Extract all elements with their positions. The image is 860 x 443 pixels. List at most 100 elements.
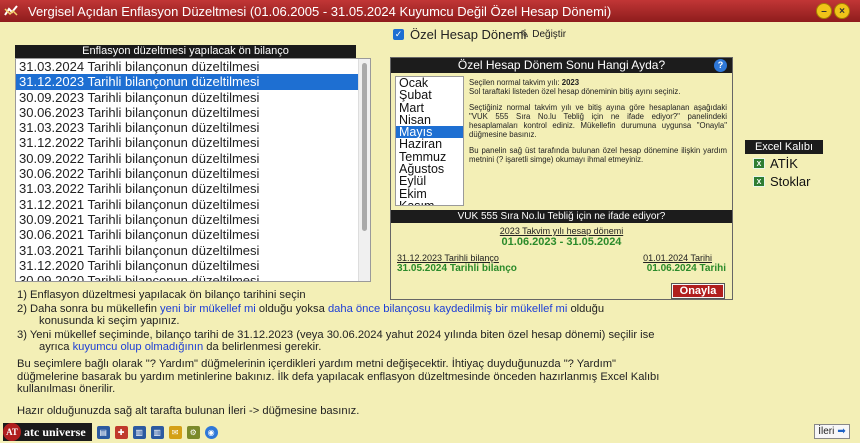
calendar-range: 01.06.2023 - 31.05.2024	[501, 236, 622, 248]
note-2-text: olduğu yoksa	[255, 302, 328, 315]
note-3-text: ayrıca	[39, 341, 73, 353]
vuk-area: 2023 Takvim yılı hesap dönemi 01.06.2023…	[391, 223, 732, 279]
change-button[interactable]: ✎ Değiştir	[520, 28, 566, 41]
info-text-1: Sol taraftaki listeden özel hesap dönemi…	[469, 87, 681, 97]
brand-label: atc universe	[24, 424, 86, 439]
month-list[interactable]: Ocak Şubat Mart Nisan Mayıs Haziran Temmuz Ağus…	[395, 76, 464, 206]
info-text-2: Seçtiğiniz normal takvim yılı ve bitiş a…	[469, 102, 727, 140]
balance-list-header: Enflasyon düzeltmesi yapılacak ön bilanç…	[15, 45, 356, 58]
save-icon[interactable]: ▤	[96, 425, 110, 439]
book-icon[interactable]: ▥	[150, 425, 164, 439]
arrow-right-icon: ➡	[837, 426, 846, 437]
excel-icon: X	[753, 157, 765, 169]
note-1: 1) Enflasyon düzeltmesi yapılacak ön bil…	[17, 289, 306, 301]
app-logo-icon	[0, 0, 22, 22]
balance-list-item[interactable]: 30.09.2021 Tarihli bilançonun düzeltilme…	[16, 212, 358, 227]
tools-icon[interactable]: ✚	[114, 425, 128, 439]
mail-icon[interactable]: ✉	[168, 425, 182, 439]
excel-title: Excel Kalıbı	[745, 140, 823, 154]
instructions: 1) Enflasyon düzeltmesi yapılacak ön bil…	[17, 289, 852, 355]
left-label: 31.12.2023 Tarihli bilanço	[397, 253, 499, 263]
balance-list-item[interactable]: 31.03.2021 Tarihli bilançonun düzeltilme…	[16, 243, 358, 258]
special-period-checkbox[interactable]: ✓ Özel Hesap Dönemi	[393, 27, 526, 42]
balance-list-item[interactable]: 30.06.2022 Tarihli bilançonun düzeltilme…	[16, 166, 358, 181]
left-value: 31.05.2024 Tarihli bilanço	[397, 263, 517, 274]
help-text: kullanılması önerilir.	[17, 383, 116, 395]
special-period-panel: Özel Hesap Dönem Sonu Hangi Ayda? ? Ocak…	[390, 57, 733, 300]
next-link[interactable]: İleri ->	[228, 405, 259, 417]
balance-list-item[interactable]: 31.03.2024 Tarihli bilançonun düzeltilme…	[16, 59, 358, 74]
month-list-item[interactable]: Eylül	[396, 175, 463, 188]
balance-list[interactable]: 31.03.2024 Tarihli bilançonun düzeltilme…	[15, 58, 371, 282]
close-icon[interactable]: ×	[834, 3, 850, 19]
help-paragraph: Bu seçimlere bağlı olarak "? Yardım" düğ…	[17, 358, 852, 396]
info-text-3: Bu panelin sağ üst tarafında bulunan öze…	[469, 145, 727, 165]
note-3: 3) Yeni mükellef seçiminde, bilanço tari…	[17, 329, 852, 354]
balance-list-item[interactable]: 31.12.2020 Tarihli bilançonun düzeltilme…	[16, 258, 358, 273]
book-icon[interactable]: ▥	[132, 425, 146, 439]
brand-icon: AT	[3, 423, 21, 441]
note-3-text: da belirlenmesi gerekir.	[203, 341, 322, 353]
title-bar: Vergisel Açıdan Enflasyon Düzeltmesi (01…	[0, 0, 860, 22]
next-label: İleri	[818, 426, 835, 437]
note-2: 2) Daha sonra bu mükellefin yeni bir mük…	[17, 303, 852, 328]
month-list-item[interactable]: Haziran	[396, 138, 463, 151]
ready-paragraph: Hazır olduğunuzda sağ alt tarafta buluna…	[17, 405, 852, 418]
settings-icon[interactable]: ⚙	[186, 425, 200, 439]
excel-stoklar-label: Stoklar	[770, 173, 811, 189]
month-list-item[interactable]: Kasım	[396, 200, 463, 205]
ready-text: düğmesine basınız.	[259, 405, 360, 417]
ready-text: Hazır olduğunuzda sağ alt tarafta buluna…	[17, 405, 228, 417]
note-2-text: olduğu	[567, 302, 605, 315]
balance-list-item[interactable]: 30.06.2023 Tarihli bilançonun düzeltilme…	[16, 105, 358, 120]
balance-list-item[interactable]: 30.09.2023 Tarihli bilançonun düzeltilme…	[16, 90, 358, 105]
balance-list-item[interactable]: 30.09.2020 Tarihli bilançonun düzeltilme…	[16, 273, 358, 281]
help-text: düğmelerine basarak bu yardım metinlerin…	[17, 370, 601, 383]
bottom-toolbar: AT atc universe ▤ ✚ ▥ ▥ ✉ ⚙ ◉ İleri ➡	[0, 421, 860, 443]
saved-taxpayer-link[interactable]: daha önce bilançosu kaydedilmiş bir müke…	[328, 303, 567, 315]
vuk-title: VUK 555 Sıra No.lu Tebliğ için ne ifade …	[391, 210, 732, 223]
balance-list-item[interactable]: 30.06.2021 Tarihli bilançonun düzeltilme…	[16, 227, 358, 242]
balance-list-item[interactable]: 31.12.2021 Tarihli bilançonun düzeltilme…	[16, 197, 358, 212]
year-label: Seçilen normal takvim yılı:	[469, 78, 560, 87]
note-2-text: 2) Daha sonra bu mükellefin	[17, 302, 161, 315]
help-icon[interactable]: ?	[714, 59, 727, 72]
month-list-item[interactable]: Şubat	[396, 89, 463, 102]
help-link[interactable]: "? Yardım"	[146, 358, 198, 370]
excel-atik-label: ATİK	[770, 155, 798, 171]
help-text: düğmelerinin içerdikleri yardım metni de…	[198, 358, 564, 370]
balance-list-item[interactable]: 31.12.2022 Tarihli bilançonun düzeltilme…	[16, 135, 358, 150]
note-3-text: 3) Yeni mükellef seçiminde, bilanço tari…	[17, 328, 655, 341]
right-label: 01.01.2024 Tarihi	[643, 253, 712, 263]
panel-title: Özel Hesap Dönem Sonu Hangi Ayda?	[391, 58, 732, 73]
balance-list-scrollbar[interactable]	[358, 59, 370, 281]
note-2-text: konusunda ki seçim yapınız.	[39, 315, 180, 327]
panel-info: Seçilen normal takvim yılı: 2023 Sol tara…	[469, 78, 727, 170]
excel-template-box: Excel Kalıbı X ATİK X Stoklar	[745, 140, 823, 190]
balance-list-item[interactable]: 31.12.2023 Tarihli bilançonun düzeltilme…	[16, 74, 358, 90]
calendar-label: 2023 Takvim yılı hesap dönemi	[499, 226, 624, 236]
special-period-label: Özel Hesap Dönemi	[410, 27, 527, 42]
brand-logo[interactable]: AT atc universe	[3, 423, 92, 441]
balance-list-item[interactable]: 30.09.2022 Tarihli bilançonun düzeltilme…	[16, 151, 358, 166]
new-taxpayer-link[interactable]: yeni bir mükellef mi	[160, 303, 256, 315]
globe-icon[interactable]: ◉	[204, 425, 218, 439]
jeweler-link[interactable]: kuyumcu olup olmadığının	[73, 341, 204, 353]
excel-icon: X	[753, 175, 765, 187]
year-value: 2023	[561, 78, 580, 87]
check-icon[interactable]: ✓	[393, 29, 404, 40]
excel-stoklar-button[interactable]: X Stoklar	[745, 172, 823, 190]
right-value: 01.06.2024 Tarihi	[646, 263, 726, 274]
minimize-icon[interactable]: –	[816, 3, 832, 19]
excel-template-link[interactable]: Excel Kalıbı	[600, 371, 659, 383]
scroll-thumb[interactable]	[362, 63, 367, 231]
help-text: Bu seçimlere bağlı olarak	[17, 358, 146, 370]
change-label: Değiştir	[532, 29, 567, 40]
balance-list-item[interactable]: 31.03.2022 Tarihli bilançonun düzeltilme…	[16, 181, 358, 196]
window-title: Vergisel Açıdan Enflasyon Düzeltmesi (01…	[28, 3, 612, 19]
excel-atik-button[interactable]: X ATİK	[745, 154, 823, 172]
next-button[interactable]: İleri ➡	[814, 424, 850, 439]
help-link[interactable]: "? Yardım"	[564, 358, 616, 370]
pencil-icon: ✎	[520, 29, 530, 41]
balance-list-item[interactable]: 31.03.2023 Tarihli bilançonun düzeltilme…	[16, 120, 358, 135]
